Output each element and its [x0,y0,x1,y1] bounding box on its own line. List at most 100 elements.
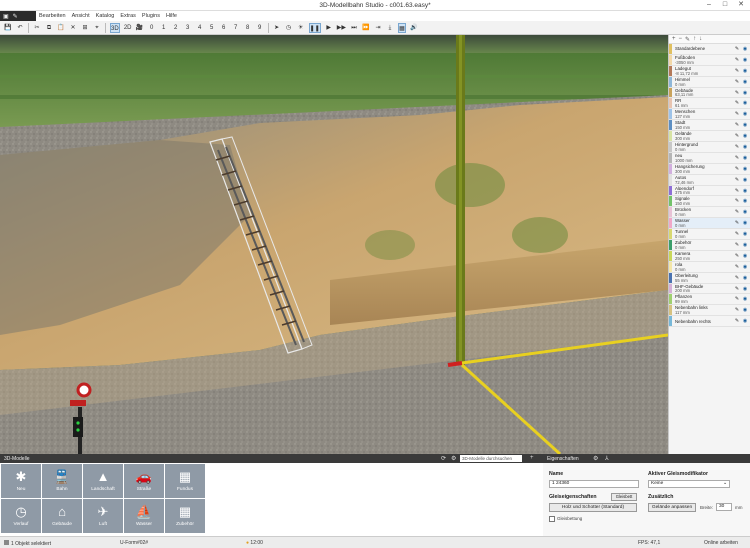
category-tile[interactable]: ✈ Luft [83,499,123,533]
3d-viewport[interactable] [0,35,668,454]
camera-slot-button[interactable]: 4 [196,23,204,33]
layer-row[interactable]: Himmel 0 mm ✎ ◉ [669,76,750,88]
layer-row[interactable]: neu 1000 mm ✎ ◉ [669,152,750,164]
edit-pencil-icon[interactable]: ✎ [734,275,740,281]
active-modifier-select[interactable]: Keine ⌄ [648,480,730,488]
name-field[interactable]: 1 24360 [549,480,639,488]
edit-pencil-icon[interactable]: ✎ [734,307,740,313]
layer-row[interactable]: Pflanzen 99 mm ✎ ◉ [669,294,750,306]
visibility-eye-icon[interactable]: ◉ [742,133,748,139]
visibility-eye-icon[interactable]: ◉ [742,242,748,248]
category-tile[interactable]: 🚗 Straße [124,464,164,498]
visibility-eye-icon[interactable]: ◉ [742,155,748,161]
edit-pencil-icon[interactable]: ✎ [734,79,740,85]
clock-icon[interactable]: ◷ [285,23,293,33]
layer-row[interactable]: Kamera 250 mm ✎ ◉ [669,250,750,262]
visibility-eye-icon[interactable]: ◉ [742,90,748,96]
edit-pencil-icon[interactable]: ✎ [734,220,740,226]
edit-pencil-icon[interactable]: ✎ [734,100,740,106]
layer-row[interactable]: Stadt 150 mm ✎ ◉ [669,120,750,132]
layer-row[interactable]: Wasser 0 mm ✎ ◉ [669,218,750,230]
mode-3d-button[interactable]: 3D [110,22,120,33]
axis-icon[interactable]: ⅄ [605,455,609,462]
delete-icon[interactable]: ✕ [69,23,77,33]
visibility-eye-icon[interactable]: ◉ [742,209,748,215]
import-icon[interactable]: ⤓ [386,23,394,33]
category-tile[interactable]: ▦ Fundus [165,464,205,498]
visibility-eye-icon[interactable]: ◉ [742,144,748,150]
edit-pencil-icon[interactable]: ✎ [734,177,740,183]
layer-row[interactable]: Hintergrund 0 mm ✎ ◉ [669,142,750,153]
edit-pencil-icon[interactable]: ✎ [734,296,740,302]
visibility-eye-icon[interactable]: ◉ [742,307,748,313]
layer-row[interactable]: Hangsicherung 300 mm ✎ ◉ [669,163,750,175]
camera-slot-button[interactable]: 1 [160,23,168,33]
camera-slot-button[interactable]: 9 [256,23,264,33]
snap-icon[interactable]: ⌖ [93,23,101,33]
models-search-input[interactable]: 3D-Modelle durchsuchen [460,455,522,462]
edit-pencil-icon[interactable]: ✎ [734,231,740,237]
visibility-eye-icon[interactable]: ◉ [742,264,748,270]
category-tile[interactable]: 🚆 Bahn [42,464,82,498]
visibility-eye-icon[interactable]: ◉ [742,253,748,259]
move-down-icon[interactable]: ↓ [699,36,702,42]
edit-pencil-icon[interactable]: ✎ [734,166,740,172]
pause-icon[interactable]: ❚❚ [308,22,321,33]
skip-icon[interactable]: ⏭ [350,23,358,33]
app-menu-icon[interactable]: ▣ [3,13,9,20]
grid-icon[interactable]: ⊞ [81,23,89,33]
edit-pencil-icon[interactable]: ✎ [734,318,740,324]
category-tile[interactable]: ⌂ Gebäude [42,499,82,533]
layer-row[interactable]: Signale 150 mm ✎ ◉ [669,196,750,208]
undo-icon[interactable]: ↶ [16,23,24,33]
visibility-eye-icon[interactable]: ◉ [742,68,748,74]
sun-icon[interactable]: ☀ [297,23,305,33]
visibility-eye-icon[interactable]: ◉ [742,166,748,172]
layer-row[interactable]: Fußboden -3050 mm ✎ ◉ [669,54,750,66]
camera-slot-button[interactable]: 5 [208,23,216,33]
layer-row[interactable]: Brücken 0 mm ✎ ◉ [669,207,750,219]
track-bed-checkbox[interactable] [549,516,555,522]
mode-2d-button[interactable]: 2D [124,23,132,33]
save-icon[interactable]: 💾 [4,23,12,33]
layer-row[interactable]: Standardebene ✎ ◉ [669,44,750,55]
settings-icon[interactable]: ⚙ [451,455,456,462]
edit-pencil-icon[interactable]: ✎ [734,209,740,215]
edit-pencil-icon[interactable]: ✎ [734,133,740,139]
category-tile[interactable]: ⛵ Wasser [124,499,164,533]
play-icon[interactable]: ▶ [325,23,333,33]
copy-icon[interactable]: ⧉ [45,23,53,33]
visibility-eye-icon[interactable]: ◉ [742,318,748,324]
camera-slot-button[interactable]: 2 [172,23,180,33]
layer-row[interactable]: Oberleitung 55 mm ✎ ◉ [669,272,750,284]
adjust-terrain-button[interactable]: Gelände anpassen [648,503,696,512]
edit-pencil-icon[interactable]: ✎ [734,286,740,292]
layer-row[interactable]: Nebenbahn links 117 mm ✎ ◉ [669,305,750,317]
visibility-eye-icon[interactable]: ◉ [742,46,748,52]
layer-row[interactable]: Zubehör 0 mm ✎ ◉ [669,240,750,251]
edit-pencil-icon[interactable]: ✎ [734,264,740,270]
edit-pencil-icon[interactable]: ✎ [734,68,740,74]
menu-2[interactable]: Katalog [93,13,118,19]
layer-row[interactable]: Gebäude 63,11 mm ✎ ◉ [669,87,750,99]
remove-layer-icon[interactable]: − [679,36,683,42]
visibility-eye-icon[interactable]: ◉ [742,111,748,117]
visibility-eye-icon[interactable]: ◉ [742,188,748,194]
visibility-eye-icon[interactable]: ◉ [742,57,748,63]
layer-row[interactable]: rola 0 mm ✎ ◉ [669,261,750,273]
visibility-eye-icon[interactable]: ◉ [742,79,748,85]
menu-5[interactable]: Hilfe [163,13,180,19]
layer-row[interactable]: Alpendorf 375 mm ✎ ◉ [669,185,750,197]
menu-0[interactable]: Bearbeiten [36,13,69,19]
camera-slot-button[interactable]: 3 [184,23,192,33]
cut-icon[interactable]: ✂ [33,23,41,33]
pointer-icon[interactable]: ➤ [273,23,281,33]
minimize-icon[interactable]: – [704,1,714,9]
layer-row[interactable]: RR 61 mm ✎ ◉ [669,98,750,110]
visibility-eye-icon[interactable]: ◉ [742,286,748,292]
menu-4[interactable]: Plugins [139,13,163,19]
close-icon[interactable]: ✕ [736,1,746,9]
visibility-eye-icon[interactable]: ◉ [742,100,748,106]
edit-pencil-icon[interactable]: ✎ [734,57,740,63]
paste-icon[interactable]: 📋 [57,23,65,33]
